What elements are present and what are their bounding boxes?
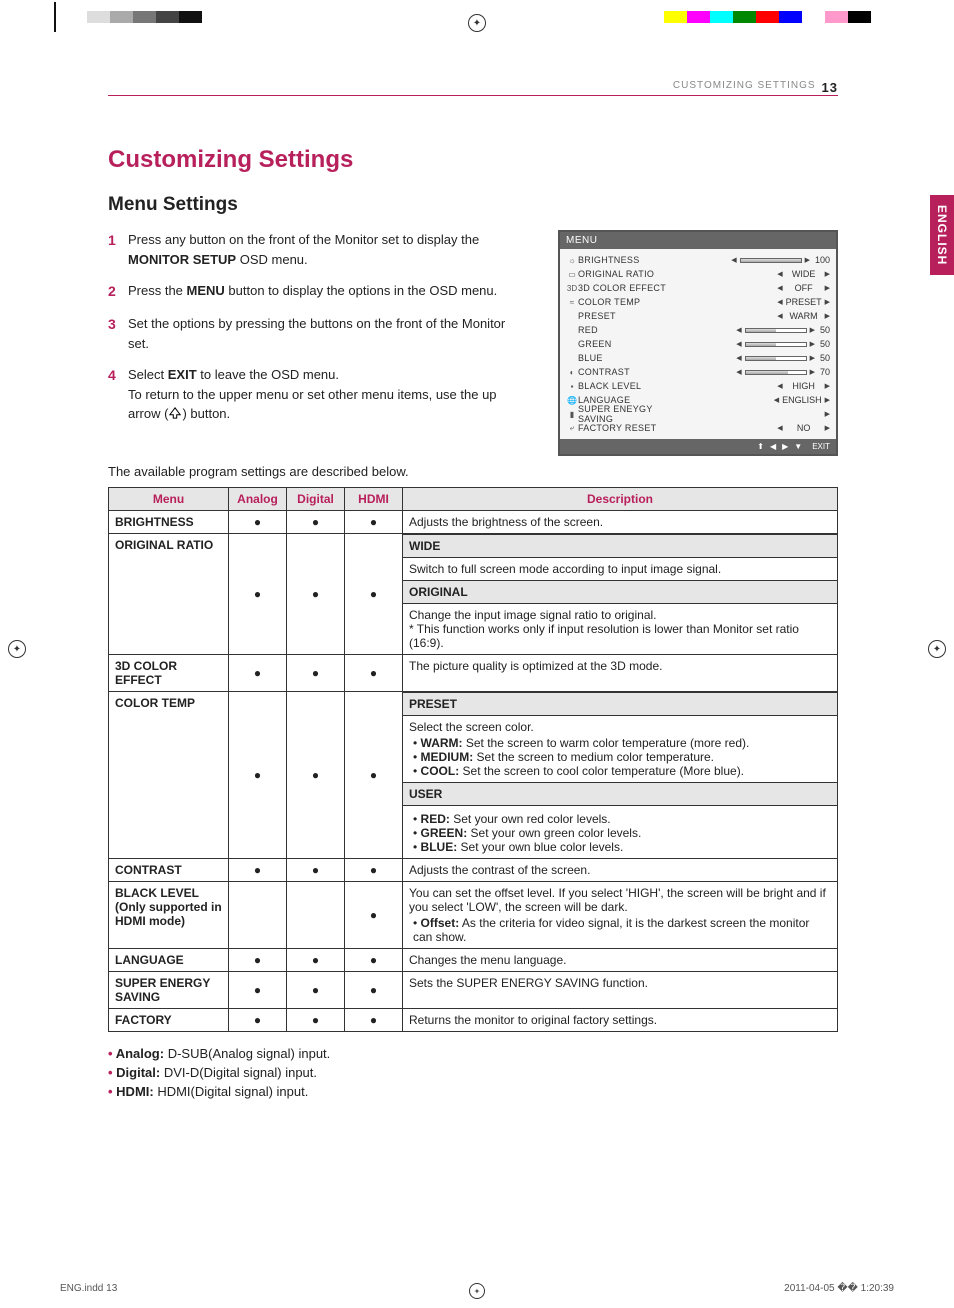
row-contrast: CONTRAST ● ● ● Adjusts the contrast of t… <box>109 859 838 882</box>
osd-footer: ⬆ ◀ ▶ ▼ EXIT <box>560 439 836 454</box>
row-3d-color: 3D COLOR EFFECT ● ● ● The picture qualit… <box>109 655 838 692</box>
osd-row: ▭ORIGINAL RATIO◀WIDE▶ <box>566 267 830 281</box>
col-analog: Analog <box>229 488 287 511</box>
row-brightness: BRIGHTNESS ● ● ● Adjusts the brightness … <box>109 511 838 534</box>
osd-nav-icons: ⬆ ◀ ▶ ▼ <box>757 442 802 451</box>
row-black-level: BLACK LEVEL (Only supported in HDMI mode… <box>109 882 838 949</box>
osd-menu-panel: MENU ☼BRIGHTNESS◀▶100▭ORIGINAL RATIO◀WID… <box>558 230 838 456</box>
crosshair-icon <box>468 14 486 32</box>
osd-row: ⤶FACTORY RESET◀NO▶ <box>566 421 830 435</box>
available-text: The available program settings are descr… <box>108 464 838 479</box>
crosshair-icon <box>8 640 26 658</box>
print-registration-strip <box>0 10 954 24</box>
print-footer: ENG.indd 13 2011-04-05 �� 1:20:39 <box>60 1283 894 1294</box>
col-digital: Digital <box>287 488 345 511</box>
row-factory: FACTORY ● ● ● Returns the monitor to ori… <box>109 1009 838 1032</box>
osd-row: ◐CONTRAST◀▶70 <box>566 365 830 379</box>
step-2: 2 Press the MENU button to display the o… <box>108 281 513 302</box>
running-header: CUSTOMIZING SETTINGS 13 <box>108 80 838 95</box>
col-menu: Menu <box>109 488 229 511</box>
osd-row: GREEN◀▶50 <box>566 337 830 351</box>
osd-row: ▪BLACK LEVEL◀HIGH▶ <box>566 379 830 393</box>
row-original-ratio: ORIGINAL RATIO ● ● ● WIDE Switch to full… <box>109 534 838 655</box>
settings-table: Menu Analog Digital HDMI Description BRI… <box>108 487 838 1032</box>
row-super-energy-saving: SUPER ENERGY SAVING ● ● ● Sets the SUPER… <box>109 972 838 1009</box>
step-1: 1 Press any button on the front of the M… <box>108 230 513 269</box>
crosshair-icon <box>469 1283 485 1299</box>
step-4: 4 Select EXIT to leave the OSD menu. To … <box>108 365 513 424</box>
col-hdmi: HDMI <box>345 488 403 511</box>
language-tab: ENGLISH <box>930 195 954 275</box>
osd-row: BLUE◀▶50 <box>566 351 830 365</box>
osd-title: MENU <box>560 232 836 249</box>
section-name: CUSTOMIZING SETTINGS <box>673 80 816 95</box>
down-arrow-icon: ▼ <box>794 442 802 451</box>
osd-row: RED◀▶50 <box>566 323 830 337</box>
page: ENGLISH CUSTOMIZING SETTINGS 13 Customiz… <box>0 0 954 1308</box>
osd-exit-label: EXIT <box>812 442 830 451</box>
osd-row: 3D3D COLOR EFFECT◀OFF▶ <box>566 281 830 295</box>
up-arrow-icon <box>168 405 182 425</box>
osd-row: ≈COLOR TEMP◀PRESET▶ <box>566 295 830 309</box>
up-arrow-icon: ⬆ <box>757 442 764 451</box>
col-description: Description <box>403 488 838 511</box>
row-language: LANGUAGE ● ● ● Changes the menu language… <box>109 949 838 972</box>
page-number: 13 <box>822 80 838 95</box>
page-title: Customizing Settings <box>108 146 838 174</box>
right-arrow-icon: ▶ <box>782 442 788 451</box>
crosshair-icon <box>928 640 946 658</box>
row-color-temp: COLOR TEMP ● ● ● PRESET Select the scree… <box>109 692 838 859</box>
footer-file: ENG.indd 13 <box>60 1283 117 1294</box>
osd-row: ☼BRIGHTNESS◀▶100 <box>566 253 830 267</box>
input-legend: Analog: D-SUB(Analog signal) input. Digi… <box>108 1046 838 1099</box>
osd-row: PRESET◀WARM▶ <box>566 309 830 323</box>
left-arrow-icon: ◀ <box>770 442 776 451</box>
step-3: 3 Set the options by pressing the button… <box>108 314 513 353</box>
footer-timestamp: 2011-04-05 �� 1:20:39 <box>784 1283 894 1294</box>
section-title: Menu Settings <box>108 194 838 216</box>
steps-list: 1 Press any button on the front of the M… <box>108 230 513 424</box>
osd-row: ▮SUPER ENEYGY SAVING▶ <box>566 407 830 421</box>
